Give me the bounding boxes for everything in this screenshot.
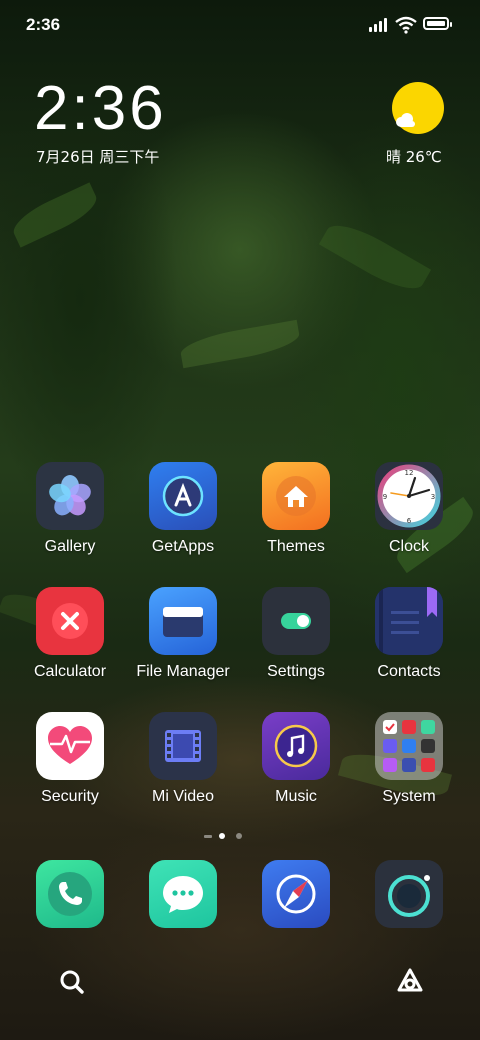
app-label: Contacts <box>377 663 441 680</box>
search-icon[interactable] <box>57 967 87 997</box>
film-icon <box>149 712 217 780</box>
dock-phone[interactable] <box>14 860 126 928</box>
app-contacts[interactable]: Contacts <box>353 587 465 681</box>
heart-icon <box>36 712 104 780</box>
app-label: Music <box>275 788 317 805</box>
cloud-icon <box>396 113 415 127</box>
app-label: Gallery <box>44 538 96 555</box>
clock-widget-date: 7月26日 周三下午 <box>36 148 160 166</box>
svg-text:3: 3 <box>431 493 435 501</box>
app-clock[interactable]: 12 3 6 9 Clock <box>353 462 465 556</box>
status-time: 2:36 <box>26 15 61 34</box>
camera-icon <box>375 860 443 928</box>
app-label: Calculator <box>33 663 107 680</box>
app-security[interactable]: Security <box>14 712 126 806</box>
dock-messages[interactable] <box>127 860 239 928</box>
clock-icon: 12 3 6 9 <box>375 462 443 530</box>
dock-browser[interactable] <box>240 860 352 928</box>
calculator-icon <box>36 587 104 655</box>
themes-icon <box>262 462 330 530</box>
status-bar: 2:36 <box>0 0 480 50</box>
contacts-book-icon <box>375 587 443 655</box>
clock-widget-time[interactable]: 2:36 <box>34 76 167 142</box>
app-themes[interactable]: Themes <box>240 462 352 556</box>
music-note-icon <box>262 712 330 780</box>
app-gallery[interactable]: Gallery <box>14 462 126 556</box>
wifi-icon <box>395 16 417 34</box>
app-settings[interactable]: Settings <box>240 587 352 681</box>
svg-text:6: 6 <box>407 517 412 525</box>
getapps-icon <box>149 462 217 530</box>
app-label: Themes <box>267 538 325 555</box>
signal-icon <box>369 18 391 32</box>
app-mi-video[interactable]: Mi Video <box>127 712 239 806</box>
message-icon <box>149 860 217 928</box>
weather-text: 晴 26℃ <box>386 148 442 166</box>
app-calculator[interactable]: Calculator <box>14 587 126 681</box>
battery-icon <box>423 17 452 30</box>
compass-icon <box>262 860 330 928</box>
app-label: Clock <box>388 538 429 555</box>
app-label: Security <box>41 788 99 805</box>
dock-camera[interactable] <box>353 860 465 928</box>
gallery-icon <box>36 462 104 530</box>
app-music[interactable]: Music <box>240 712 352 806</box>
folder-icon <box>149 587 217 655</box>
phone-icon <box>36 860 104 928</box>
page-dot-active <box>219 833 225 839</box>
app-label: System <box>382 788 436 805</box>
app-label: Settings <box>267 663 325 680</box>
app-label: File Manager <box>136 663 230 680</box>
settings-toggle-icon <box>262 587 330 655</box>
page-dot <box>236 833 242 839</box>
app-getapps[interactable]: GetApps <box>127 462 239 556</box>
app-file-manager[interactable]: File Manager <box>127 587 239 681</box>
svg-text:12: 12 <box>405 469 414 477</box>
page-indicator <box>200 831 280 841</box>
app-vault-icon[interactable] <box>395 966 425 996</box>
app-folder-system[interactable]: System <box>353 712 465 806</box>
page-dot <box>204 835 212 838</box>
app-label: GetApps <box>151 538 215 555</box>
system-folder-icon <box>375 712 443 780</box>
svg-text:9: 9 <box>383 493 387 501</box>
app-label: Mi Video <box>152 788 214 805</box>
